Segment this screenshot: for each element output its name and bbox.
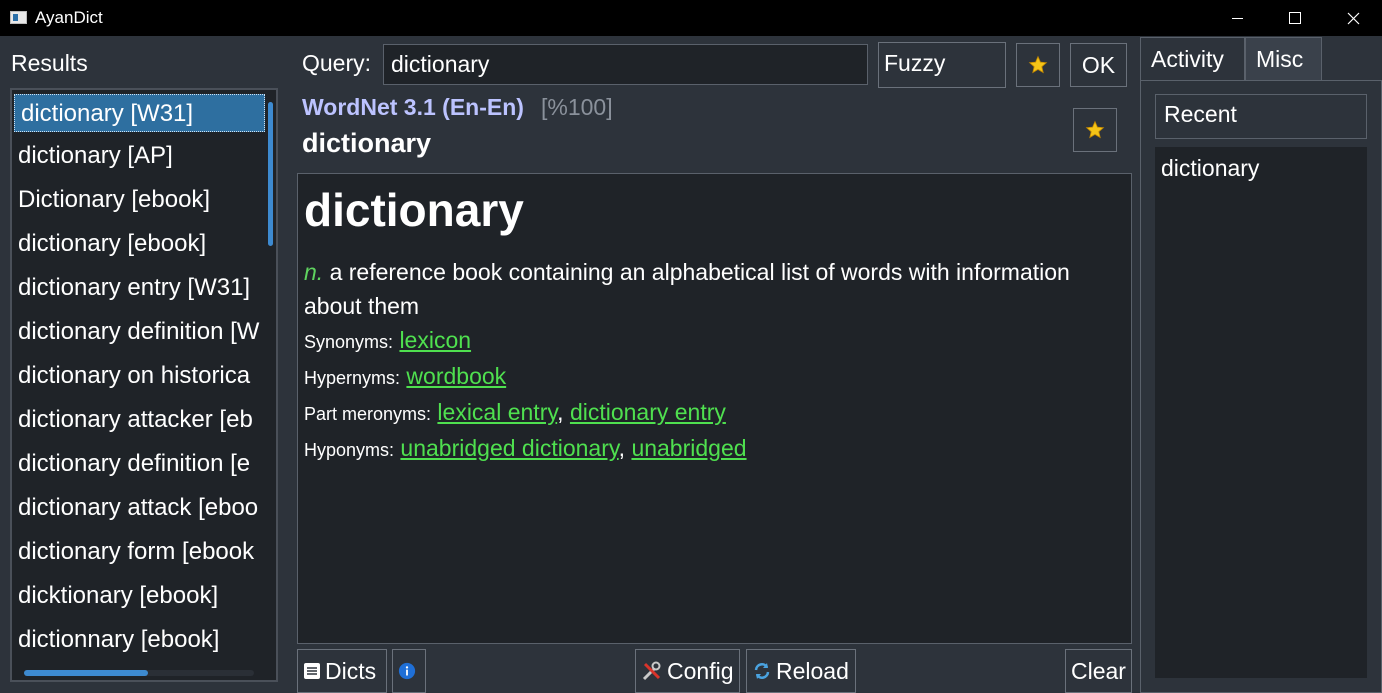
query-input[interactable] <box>383 44 868 85</box>
maximize-button[interactable] <box>1266 0 1324 36</box>
result-item[interactable]: dictionary form [ebook <box>12 530 267 574</box>
clear-button[interactable]: Clear <box>1065 649 1132 693</box>
window-title: AyanDict <box>35 8 103 27</box>
definition-text: n. a reference book containing an alphab… <box>304 255 1125 323</box>
vertical-scrollbar[interactable] <box>268 102 273 246</box>
info-icon <box>398 662 416 680</box>
result-item[interactable]: dictionary definition [W <box>12 310 267 354</box>
relation-link[interactable]: unabridged <box>631 435 746 461</box>
result-item[interactable]: Dictionary [ebook] <box>12 178 267 222</box>
horizontal-scrollbar[interactable] <box>24 670 148 676</box>
meronyms-label: Part meronyms: <box>304 404 432 424</box>
result-item[interactable]: dictionary attacker [eb <box>12 398 267 442</box>
result-item[interactable]: dictionary attack [eboo <box>12 486 267 530</box>
hypernyms-row: Hypernyms: wordbook <box>304 359 1125 395</box>
query-label: Query: <box>302 50 372 76</box>
history-mode-select[interactable]: Recent <box>1155 94 1367 139</box>
result-item[interactable]: dictionnary [ebook] <box>12 618 267 662</box>
reload-label: Reload <box>776 657 849 684</box>
meronyms-row: Part meronyms: lexical entry, dictionary… <box>304 399 726 425</box>
synonyms-row: Synonyms: lexicon <box>304 323 1125 359</box>
favorite-entry-button[interactable] <box>1073 108 1117 152</box>
result-item[interactable]: dictionary entry [W31] <box>12 266 267 310</box>
dicts-label: Dicts <box>325 657 377 684</box>
definition-view[interactable]: dictionary n. a reference book containin… <box>297 173 1132 644</box>
dicts-button[interactable]: Dicts <box>297 649 387 693</box>
hyponyms-label: Hyponyms: <box>304 440 395 460</box>
search-mode-select[interactable]: Fuzzy <box>878 42 1006 88</box>
star-icon <box>1028 55 1048 74</box>
config-label: Config <box>667 657 734 684</box>
recent-item[interactable]: dictionary <box>1155 147 1367 182</box>
reload-icon <box>754 663 770 679</box>
recent-list[interactable]: dictionary <box>1155 147 1367 678</box>
match-score: [%100] <box>541 94 613 120</box>
results-list[interactable]: dictionary [W31] dictionary [AP] Diction… <box>10 88 278 682</box>
list-icon <box>304 663 320 679</box>
ok-button[interactable]: OK <box>1070 43 1127 87</box>
definition-title: dictionary <box>304 184 524 236</box>
result-item[interactable]: dictionary definition [e <box>12 442 267 486</box>
dictionary-name: WordNet 3.1 (En-En) <box>302 94 524 120</box>
tab-activity[interactable]: Activity <box>1140 37 1245 80</box>
hyponyms-row: Hyponyms: unabridged dictionary, unabrid… <box>304 435 747 461</box>
favorite-query-button[interactable] <box>1016 43 1060 87</box>
relation-link[interactable]: wordbook <box>406 363 506 389</box>
gloss: a reference book containing an alphabeti… <box>304 259 1070 319</box>
app-icon <box>10 11 27 24</box>
info-button[interactable] <box>392 649 426 693</box>
part-of-speech: n. <box>304 259 324 285</box>
results-heading: Results <box>11 50 88 76</box>
title-bar: AyanDict <box>0 0 1382 36</box>
relation-link[interactable]: lexical entry <box>437 399 557 425</box>
result-item[interactable]: dictionary [ebook] <box>12 222 267 266</box>
result-item[interactable]: dictionary [W31] <box>14 94 265 132</box>
config-button[interactable]: Config <box>635 649 740 693</box>
close-button[interactable] <box>1324 0 1382 36</box>
star-icon <box>1085 120 1105 139</box>
hypernyms-label: Hypernyms: <box>304 368 401 388</box>
relation-link[interactable]: dictionary entry <box>570 399 726 425</box>
relation-link[interactable]: lexicon <box>399 327 471 353</box>
result-item[interactable]: dictionary [AP] <box>12 134 267 178</box>
reload-button[interactable]: Reload <box>746 649 856 693</box>
synonyms-label: Synonyms: <box>304 332 394 352</box>
tab-misc[interactable]: Misc <box>1245 37 1322 80</box>
result-item[interactable]: dicktionary [ebook] <box>12 574 267 618</box>
tools-icon <box>642 661 661 681</box>
close-icon <box>1347 12 1359 24</box>
result-item[interactable]: dictionary on historica <box>12 354 267 398</box>
relation-link[interactable]: unabridged dictionary <box>400 435 618 461</box>
entry-headword: dictionary <box>302 128 432 158</box>
minimize-button[interactable] <box>1208 0 1266 36</box>
